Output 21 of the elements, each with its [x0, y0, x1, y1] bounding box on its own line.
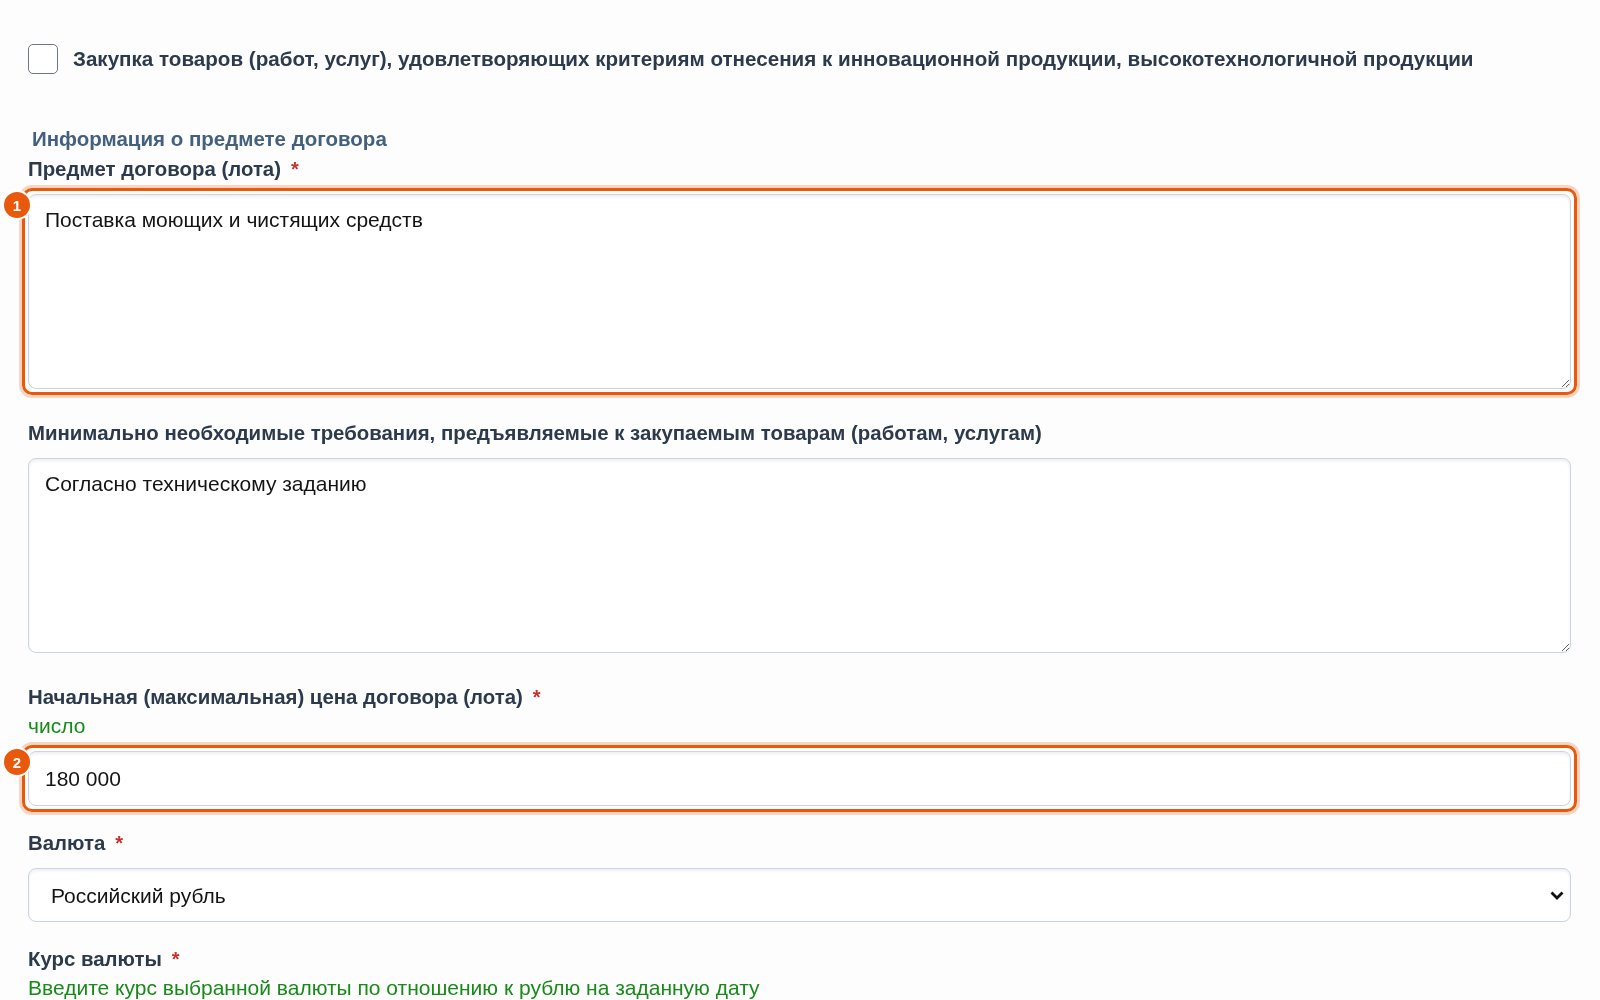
field-label: Начальная (максимальная) цена договора (лота) [28, 685, 523, 709]
field-label: Курс валюты [28, 947, 162, 971]
field-label: Минимально необходимые требования, предъявляемые к закупаемым товарам (работам, услугам) [28, 421, 1042, 445]
checkbox[interactable] [28, 43, 58, 74]
field-label: Валюта [28, 831, 106, 855]
text-area[interactable]: Поставка моющих и чистящих средств [28, 194, 1571, 389]
text-input[interactable]: 180 000 [28, 751, 1571, 806]
field-hint: число [28, 715, 86, 737]
section-heading: Информация о предмете договора [32, 127, 387, 151]
marker-number: 2 [2, 747, 32, 777]
dropdown-select[interactable]: Российский рубль [28, 868, 1571, 922]
required-mark: * [115, 831, 124, 855]
required-mark: * [291, 157, 299, 181]
chevron-down-icon [1550, 891, 1564, 900]
field-label: Предмет договора (лота) [28, 157, 281, 181]
text-area[interactable]: Согласно техническому заданию [28, 458, 1571, 653]
marker-number: 1 [2, 190, 32, 220]
field-hint: Введите курс выбранной валюты по отношению к рублю на заданную дату [28, 977, 760, 999]
required-mark: * [171, 947, 180, 971]
checkbox-label: Закупка товаров (работ, услуг), удовлетворяющих критериям отнесения к инновационной продукции, высокотехнологичной продукции [73, 46, 1474, 71]
required-mark: * [532, 685, 541, 709]
